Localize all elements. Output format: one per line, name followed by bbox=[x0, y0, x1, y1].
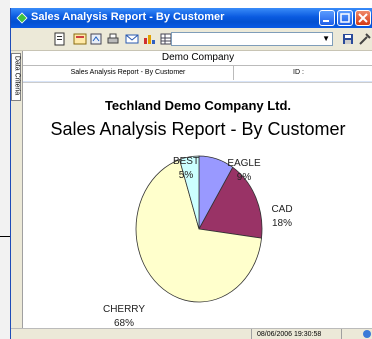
tab-data-criteria[interactable]: Data Criteria bbox=[11, 53, 21, 101]
report-window: Sales Analysis Report - By Customer ▼ Da… bbox=[10, 8, 372, 339]
background-app-strip bbox=[0, 0, 10, 339]
pie-chart bbox=[135, 155, 263, 303]
pie-label-cad: CAD 18% bbox=[257, 203, 307, 231]
chart-button[interactable] bbox=[142, 32, 156, 46]
save-button[interactable] bbox=[341, 32, 355, 46]
tab-data-criteria-label: Data Criteria bbox=[13, 55, 21, 96]
header-company: Demo Company bbox=[23, 51, 372, 66]
status-datetime: 08/06/2006 19:30:58 bbox=[257, 331, 322, 338]
close-button[interactable] bbox=[355, 10, 371, 26]
pie-label-value: 9% bbox=[236, 172, 252, 183]
side-tabstrip: Data Criteria bbox=[11, 51, 23, 339]
report-selector[interactable]: ▼ bbox=[171, 32, 333, 46]
header-report-name: Sales Analysis Report - By Customer bbox=[23, 66, 234, 80]
pie-label-name: EAGLE bbox=[227, 158, 261, 169]
status-bar: 08/06/2006 19:30:58 bbox=[11, 328, 372, 339]
info-icon bbox=[363, 330, 371, 338]
pie-label-name: CHERRY bbox=[102, 304, 146, 315]
pie-label-name: CAD bbox=[271, 204, 293, 215]
pie-label-best: BEST 5% bbox=[161, 155, 211, 183]
maximize-button[interactable] bbox=[337, 10, 353, 26]
maximize-icon bbox=[340, 13, 350, 23]
page-setup-icon bbox=[54, 32, 65, 46]
pie-label-cherry: CHERRY 68% bbox=[99, 303, 149, 331]
chart-icon bbox=[144, 35, 155, 44]
report-page: Techland Demo Company Ltd. Sales Analysi… bbox=[23, 82, 372, 329]
email-icon bbox=[125, 34, 139, 44]
print-button[interactable] bbox=[106, 32, 120, 46]
report-header: Demo Company Sales Analysis Report - By … bbox=[23, 51, 372, 81]
save-icon bbox=[343, 34, 353, 44]
pie-label-name: BEST bbox=[172, 156, 200, 167]
tools-icon bbox=[359, 33, 371, 45]
app-icon bbox=[16, 12, 28, 24]
minimize-icon bbox=[323, 20, 329, 22]
print-icon bbox=[107, 33, 119, 44]
title-bar[interactable]: Sales Analysis Report - By Customer bbox=[11, 8, 372, 28]
status-divider bbox=[251, 329, 252, 339]
window-title: Sales Analysis Report - By Customer bbox=[31, 11, 225, 23]
chevron-down-icon: ▼ bbox=[322, 34, 330, 43]
pie-label-eagle: EAGLE 9% bbox=[219, 157, 269, 185]
print-preview-button[interactable] bbox=[73, 32, 87, 46]
status-divider bbox=[341, 329, 342, 339]
email-button[interactable] bbox=[125, 32, 139, 46]
export-button[interactable] bbox=[89, 32, 103, 46]
close-icon bbox=[358, 13, 368, 23]
page-setup-button[interactable] bbox=[53, 32, 67, 46]
minimize-button[interactable] bbox=[319, 10, 335, 26]
pie-label-value: 18% bbox=[271, 218, 292, 229]
toolbar: ▼ bbox=[11, 28, 372, 51]
export-icon bbox=[90, 33, 102, 45]
tools-button[interactable] bbox=[358, 32, 372, 46]
header-id-label: ID : bbox=[293, 69, 304, 76]
pie-label-value: 5% bbox=[178, 170, 194, 181]
print-preview-icon bbox=[73, 33, 87, 45]
